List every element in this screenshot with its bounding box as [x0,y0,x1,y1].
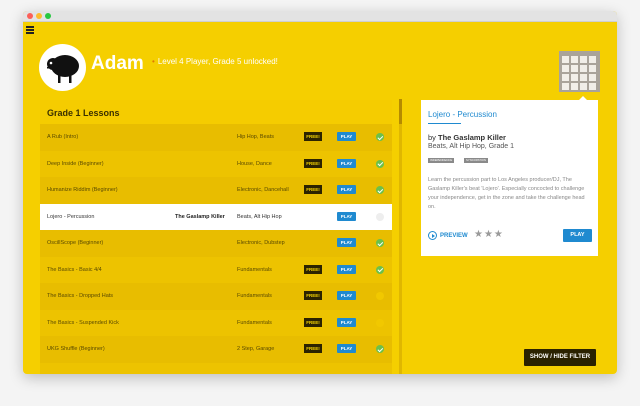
lesson-play-button[interactable]: PLAY [337,317,356,327]
detail-play-button[interactable]: PLAY [563,229,592,242]
lesson-thumbnail [559,51,600,92]
lesson-artist: The Gaslamp Killer [175,213,225,220]
lesson-genre: Beats, Alt Hip Hop [237,213,282,220]
status-text: Level 4 Player, Grade 5 unlocked! [157,57,278,66]
close-window-button[interactable] [27,13,33,19]
completed-check-icon [376,186,384,194]
byline-prefix: by [428,133,436,142]
title-underline [428,123,461,124]
lesson-name: Deep Inside (Beginner) [47,160,104,167]
lesson-name: UKG Shuffle (Beginner) [47,346,105,352]
lessons-list: A Rub (Intro) Hip Hop, Beats FREE! PLAY Deep… [40,124,392,363]
app-window: Adam • Level 4 Player, Grade 5 unlocked! … [23,11,617,374]
lesson-row[interactable]: UKG Shuffle (Beginner) 2 Step, Garage FREE… [40,336,392,363]
tag-badge: INDEPENDENCE [428,158,455,163]
lesson-row[interactable]: The Basics - Suspended Kick Fundamentals F… [40,310,392,337]
lesson-name: The Basics - Basic 4/4 [47,266,102,273]
lesson-play-button[interactable]: PLAY [337,344,356,353]
completed-check-icon [376,239,384,247]
lessons-title: Grade 1 Lessons [47,108,120,118]
lesson-name: OscillScope (Beginner) [47,240,104,246]
sheep-avatar-icon [47,55,79,83]
title-bar [23,11,617,22]
show-hide-filter-button[interactable]: SHOW / HIDE FILTER [524,349,596,366]
lesson-genre: Electronic, Dubstep [237,240,285,246]
lesson-genre: Fundamentals [237,293,272,299]
free-badge: FREE! [304,317,322,327]
lesson-genre: Fundamentals [237,319,272,326]
lesson-row[interactable]: The Basics - Basic 4/4 Fundamentals FREE! P… [40,257,392,284]
lesson-genre: House, Dance [237,160,272,167]
lesson-name: Lojero - Percussion [47,213,95,220]
lesson-play-button[interactable]: PLAY [337,291,356,300]
preview-label: PREVIEW [440,233,468,240]
lesson-name: The Basics - Suspended Kick [47,319,119,326]
minimize-window-button[interactable] [36,13,42,19]
lesson-play-button[interactable]: PLAY [337,132,356,141]
scrollbar-thumb[interactable] [399,99,402,124]
completed-check-icon [376,133,384,141]
rating-stars[interactable]: ★★★ [474,229,504,240]
lesson-play-button[interactable]: PLAY [337,211,356,221]
lesson-genre: Electronic, Dancehall [237,187,289,193]
lesson-play-button[interactable]: PLAY [337,238,356,247]
lesson-name: A Rub (Intro) [47,134,79,140]
free-badge: FREE! [304,132,322,141]
lesson-row[interactable]: OscillScope (Beginner) Electronic, Dubste… [40,230,392,257]
lessons-header: Grade 1 Lessons [40,100,392,124]
incomplete-circle-icon [376,318,384,327]
incomplete-circle-icon [376,292,384,300]
user-name: Adam [91,53,144,74]
zoom-window-button[interactable] [45,13,51,19]
detail-description: Learn the percussion part to Los Angeles… [428,177,585,210]
lesson-row[interactable]: Lojero - Percussion The Gaslamp Killer Bea… [40,203,392,230]
free-badge: FREE! [304,344,322,353]
status-bullet-icon: • [152,57,155,66]
lesson-detail-card: Lojero - Percussion by The Gaslamp Kille… [421,100,598,256]
menu-icon[interactable] [26,26,34,35]
completed-check-icon [376,159,384,168]
lesson-name: Humanize Riddim (Beginner) [47,187,118,193]
lesson-row[interactable]: Humanize Riddim (Beginner) Electronic, Da… [40,177,392,204]
free-badge: FREE! [304,158,322,168]
play-circle-icon [428,231,437,240]
completed-check-icon [376,265,384,274]
detail-genres: Beats, Alt Hip Hop, Grade 1 [428,143,514,150]
detail-byline: by The Gaslamp Killer [428,133,506,142]
lesson-row[interactable]: A Rub (Intro) Hip Hop, Beats FREE! PLAY [40,124,392,151]
free-badge: FREE! [304,264,322,274]
tag-badge: SYNCOPATION [464,158,488,163]
lessons-panel: Grade 1 Lessons A Rub (Intro) Hip Hop, Be… [40,100,392,374]
lesson-name: The Basics - Dropped Hats [47,293,114,299]
avatar[interactable] [39,44,86,91]
detail-title[interactable]: Lojero - Percussion [428,110,497,119]
free-badge: FREE! [304,185,322,194]
lesson-row[interactable]: Deep Inside (Beginner) House, Dance FREE! P… [40,151,392,178]
lesson-play-button[interactable]: PLAY [337,158,356,168]
lesson-genre: 2 Step, Garage [237,346,275,352]
drum-pad-icon [559,51,600,92]
incomplete-circle-icon [376,212,384,221]
lesson-play-button[interactable]: PLAY [337,185,356,194]
lessons-scrollbar[interactable] [399,99,402,374]
free-badge: FREE! [304,291,322,300]
player-status: • Level 4 Player, Grade 5 unlocked! [152,57,278,66]
lesson-genre: Hip Hop, Beats [237,134,274,140]
lesson-row[interactable]: The Basics - Dropped Hats Fundamentals FRE… [40,283,392,310]
preview-button[interactable]: PREVIEW [428,231,468,240]
lesson-genre: Fundamentals [237,266,272,273]
completed-check-icon [376,345,384,353]
detail-artist: The Gaslamp Killer [438,133,506,142]
lesson-play-button[interactable]: PLAY [337,264,356,274]
